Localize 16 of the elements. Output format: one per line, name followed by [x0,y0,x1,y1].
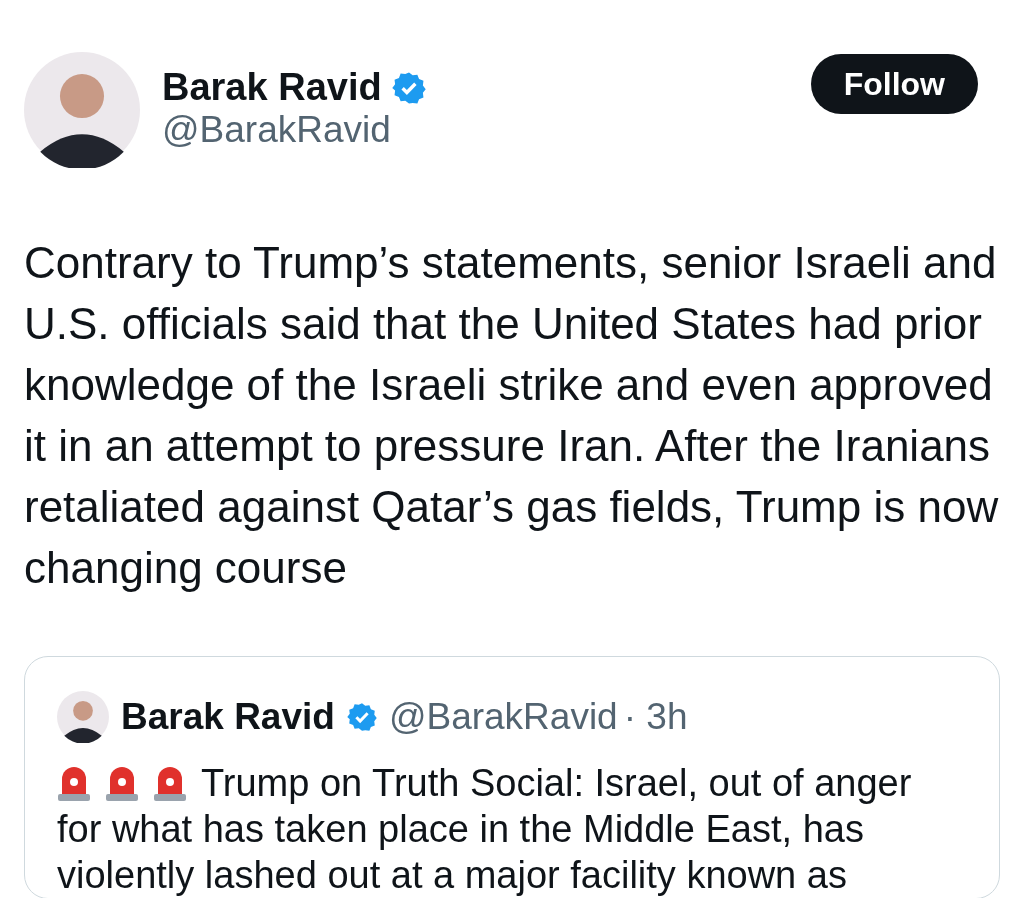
quoted-tweet-card[interactable]: Barak Ravid @BarakRavid · 3h Trump on Truth Social: Israel, out of anger for what has taken place in the Middle East, has violently lashed out at a major facility known as [24,656,1000,898]
tweet-text: Contrary to Trump’s statements, senior Israeli and U.S. officials said that the United States had prior knowledge of the Israeli strike and even approved it in an attempt to pressure Iran. After the Iranians retaliated against Qatar’s gas fields, Trump is now changing course [24,237,999,594]
quoted-tweet-text-line: violently lashed out at a major facility known as [57,853,847,898]
follow-button[interactable]: Follow [810,54,978,114]
quoted-tweet-text-line: Trump on Truth Social: Israel, out of anger [201,761,912,806]
quoted-author-name: Barak Ravid [121,696,335,738]
siren-icon [153,765,187,801]
siren-icon [57,765,91,801]
post-time: · 3h [623,696,688,738]
quoted-author-handle: @BarakRavid [388,696,618,738]
avatar-icon [24,52,140,168]
quoted-tweet-text-line: for what has taken place in the Middle East, has [57,807,864,852]
siren-icon [105,765,139,801]
author-name: Barak Ravid [162,66,382,109]
author-handle: @BarakRavid [162,109,391,151]
avatar-icon [57,691,109,743]
